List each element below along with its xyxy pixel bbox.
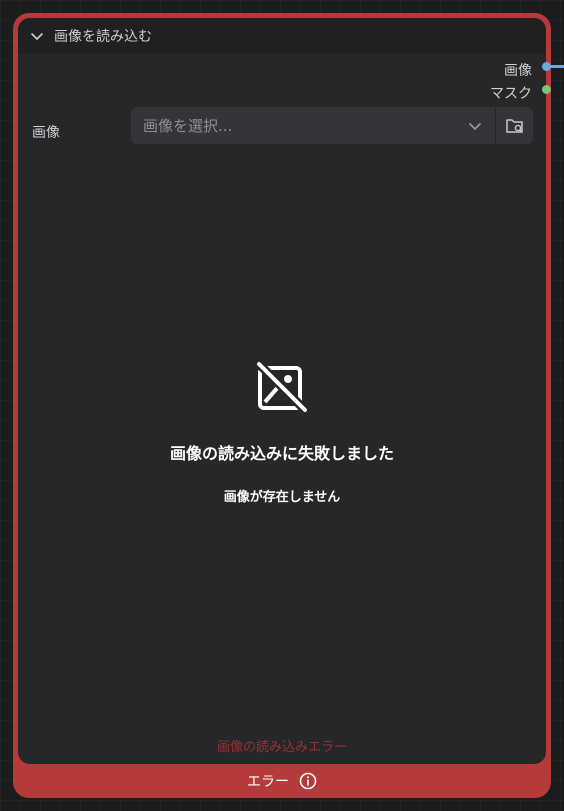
error-footer-label: エラー <box>247 774 289 790</box>
output-mask-label: マスク <box>490 85 532 102</box>
image-widget-label: 画像 <box>32 125 60 141</box>
load-image-node[interactable]: 画像を読み込む 画像 マスク 画像 画像を選択... 画像の読み込みに失敗しまし… <box>13 13 551 798</box>
load-error-text: 画像の読み込みエラー <box>216 740 347 755</box>
output-image-link[interactable] <box>549 65 564 68</box>
node-header[interactable]: 画像を読み込む <box>18 18 546 54</box>
folder-search-button[interactable] <box>496 107 533 144</box>
node-body: 画像を読み込む 画像 マスク 画像 画像を選択... 画像の読み込みに失敗しまし… <box>18 18 546 764</box>
image-select-combo[interactable]: 画像を選択... <box>131 107 533 144</box>
image-off-icon <box>255 360 309 414</box>
folder-search-icon <box>505 118 523 133</box>
node-outputs: 画像 マスク <box>346 58 546 104</box>
image-select-placeholder[interactable]: 画像を選択... <box>131 115 455 136</box>
output-image-label: 画像 <box>504 62 532 79</box>
node-title: 画像を読み込む <box>54 29 152 45</box>
error-panel: 画像の読み込みに失敗しました 画像が存在しません <box>18 360 546 505</box>
output-mask-slot[interactable] <box>542 85 551 94</box>
output-image[interactable]: 画像 <box>346 58 546 81</box>
output-mask[interactable]: マスク <box>346 81 546 104</box>
error-footer[interactable]: エラー <box>13 764 551 798</box>
error-subtitle: 画像が存在しません <box>223 490 341 505</box>
chevron-down-icon[interactable] <box>455 119 495 133</box>
info-icon[interactable] <box>299 772 317 790</box>
chevron-down-icon[interactable] <box>30 29 44 43</box>
error-title: 画像の読み込みに失敗しました <box>169 444 394 463</box>
